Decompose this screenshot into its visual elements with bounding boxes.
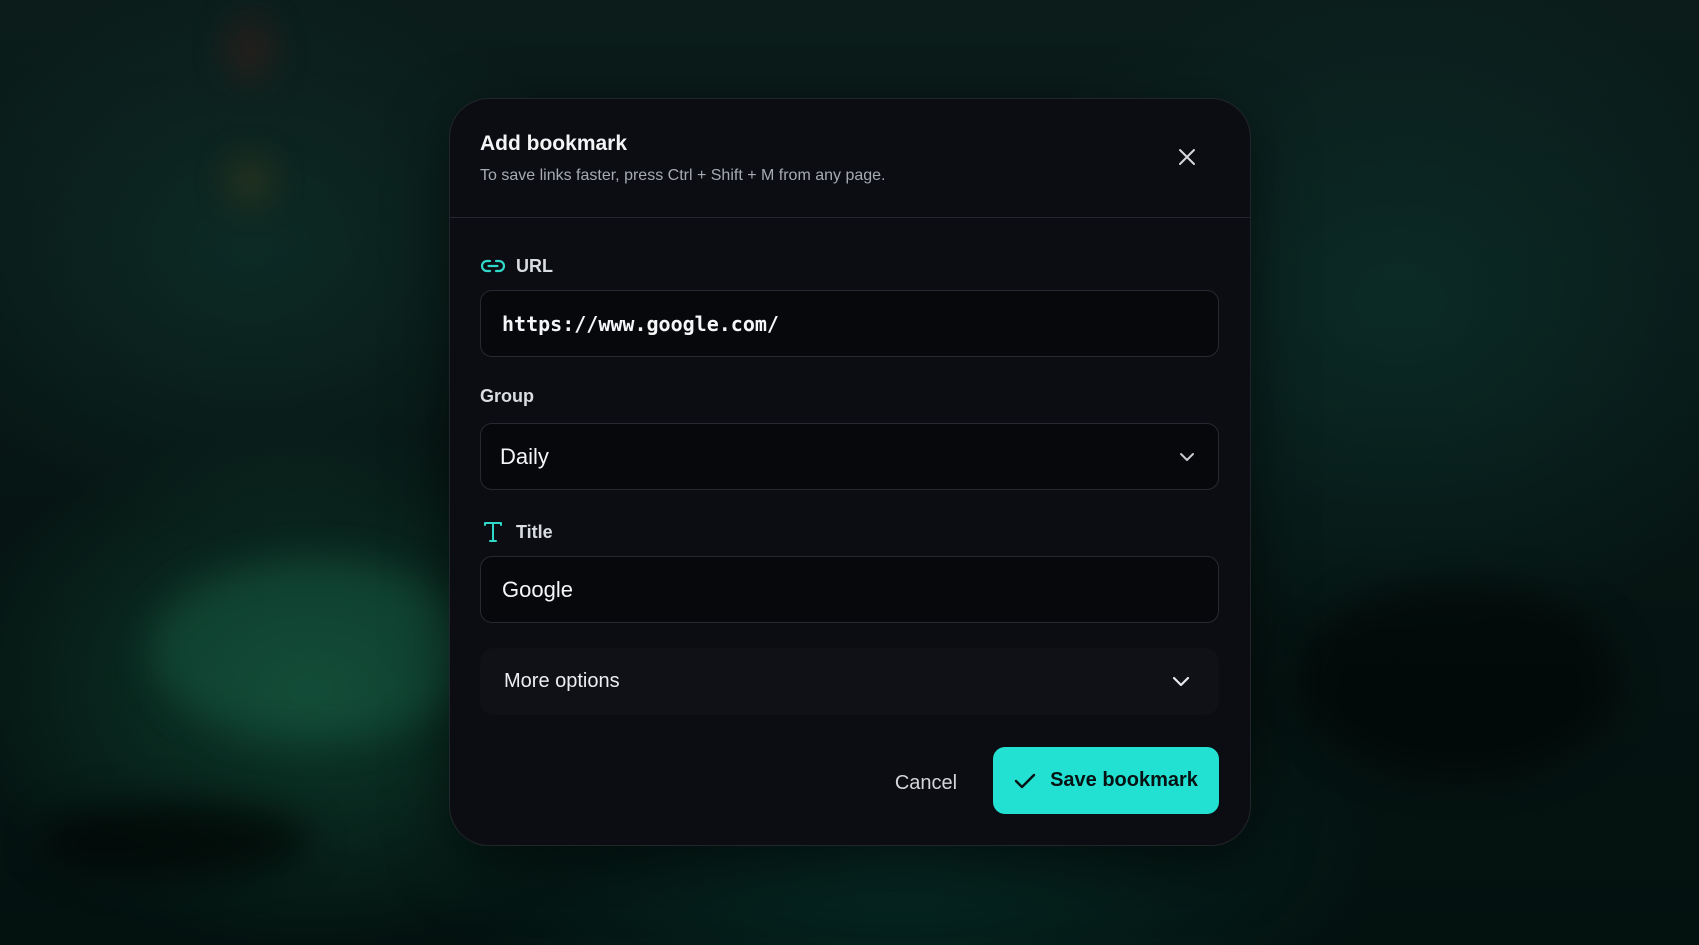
group-label: Group [480, 386, 534, 407]
save-bookmark-button[interactable]: Save bookmark [993, 747, 1219, 814]
more-options-toggle[interactable]: More options [480, 648, 1219, 715]
url-label-text: URL [516, 255, 553, 276]
chevron-down-icon [1180, 452, 1194, 461]
save-bookmark-label: Save bookmark [1050, 769, 1198, 791]
title-input[interactable]: Google [480, 556, 1219, 623]
url-input[interactable]: https://www.google.com/ [480, 290, 1219, 357]
chevron-down-icon [1172, 676, 1190, 687]
cancel-button[interactable]: Cancel [876, 767, 976, 799]
url-label: URL [480, 253, 553, 279]
background-blob [230, 160, 270, 200]
group-selected-value: Daily [500, 443, 549, 469]
title-label-text: Title [516, 521, 553, 542]
background-blob [150, 560, 480, 740]
check-icon [1014, 773, 1036, 788]
group-label-text: Group [480, 386, 534, 406]
background-blob [230, 20, 270, 80]
dialog-title: Add bookmark [480, 132, 628, 155]
link-icon [480, 253, 506, 279]
text-type-icon [480, 519, 506, 545]
background-blob [40, 800, 310, 880]
background-blob [1300, 580, 1620, 780]
dialog-header: Add bookmark To save links faster, press… [450, 99, 1250, 218]
dialog-subtitle: To save links faster, press Ctrl + Shift… [480, 167, 886, 184]
add-bookmark-dialog: Add bookmark To save links faster, press… [449, 98, 1251, 846]
group-select[interactable]: Daily [480, 423, 1219, 490]
title-label: Title [480, 519, 553, 545]
close-button[interactable] [1172, 142, 1202, 172]
close-icon [1179, 149, 1195, 165]
more-options-label: More options [504, 670, 620, 692]
